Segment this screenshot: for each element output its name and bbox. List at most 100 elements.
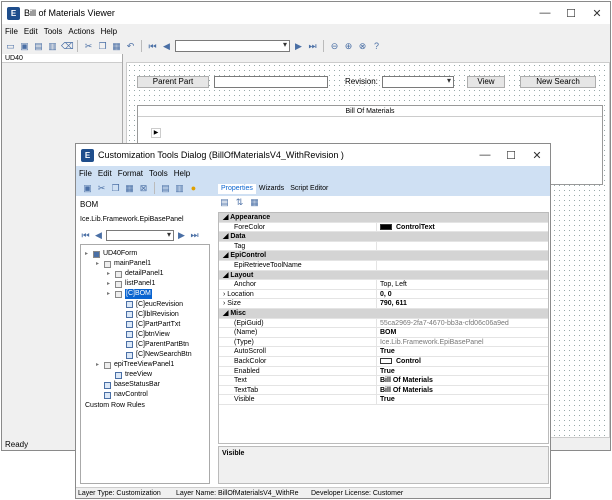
main-menu-edit[interactable]: Edit — [21, 27, 41, 36]
previous-record-icon[interactable]: ◀ — [161, 41, 172, 52]
preview-icon[interactable]: ▥ — [174, 183, 185, 194]
property-category[interactable]: ◢ Layout — [219, 270, 548, 281]
first-record-icon[interactable]: ⏮ — [147, 41, 158, 52]
property-row[interactable]: › Location 0, 0 — [219, 289, 548, 300]
sort-alpha-icon[interactable]: ⇅ — [234, 197, 245, 208]
parent-part-button[interactable]: Parent Part — [137, 76, 209, 88]
save-icon[interactable]: ▣ — [82, 183, 93, 194]
property-value[interactable]: Bill Of Materials — [376, 385, 548, 395]
undo-icon[interactable]: ↶ — [125, 41, 136, 52]
new-search-button[interactable]: New Search — [520, 76, 596, 88]
property-row[interactable]: EpiRetrieveToolName — [219, 261, 548, 271]
record-combo[interactable] — [175, 40, 290, 52]
cut-icon[interactable]: ✂ — [83, 41, 94, 52]
last-record-icon[interactable]: ⏭ — [307, 41, 318, 52]
property-row[interactable]: ForeColor ControlText — [219, 222, 548, 233]
tree-node[interactable]: [C]NewSearchBtn — [118, 350, 192, 360]
tree-node[interactable]: [C]lblRevision — [118, 310, 179, 320]
new-icon[interactable]: ▭ — [5, 41, 16, 52]
tree-node[interactable]: baseStatusBar — [96, 380, 160, 390]
paste-icon[interactable]: ▦ — [124, 183, 135, 194]
tab-script-editor[interactable]: Script Editor — [287, 184, 331, 194]
save-icon[interactable]: ▣ — [19, 41, 30, 52]
tree-node[interactable]: ▸ listPanel1 — [107, 279, 155, 289]
refresh-icon[interactable]: ⊗ — [357, 41, 368, 52]
control-combo[interactable] — [106, 230, 174, 241]
categorized-icon[interactable]: ▤ — [219, 197, 230, 208]
tab-properties[interactable]: Properties — [218, 184, 256, 194]
tree-node[interactable]: ▸ [C]BOM — [107, 289, 152, 300]
property-value[interactable]: Control — [376, 357, 548, 366]
delete-icon[interactable]: ⊠ — [138, 183, 149, 194]
view-button[interactable]: View — [467, 76, 505, 88]
property-row[interactable]: › Size 790, 611 — [219, 299, 548, 309]
minimize-icon[interactable]: — — [532, 7, 558, 19]
close-icon[interactable]: ✕ — [584, 7, 610, 20]
property-row[interactable]: TextTab Bill Of Materials — [219, 385, 548, 396]
property-value[interactable]: 55ca2969-2fa7-4670-bb3a-cfd06c06a9ed — [376, 318, 548, 328]
property-grid[interactable]: ◢ Appearance ForeColor ControlText ◢ Data Ta… — [218, 212, 549, 444]
property-row[interactable]: Anchor Top, Left — [219, 280, 548, 290]
tree-expander-icon[interactable]: ▸ — [85, 249, 93, 259]
back-icon[interactable]: ⊖ — [329, 41, 340, 52]
print-icon[interactable]: ▤ — [33, 41, 44, 52]
dialog-menu-help[interactable]: Help — [171, 169, 193, 178]
tab-wizards[interactable]: Wizards — [256, 184, 287, 194]
tree-node[interactable]: navControl — [96, 390, 148, 400]
tree-node[interactable]: ▸ mainPanel1 — [96, 259, 151, 269]
dialog-menu-edit[interactable]: Edit — [95, 169, 115, 178]
property-row[interactable]: AutoScroll True — [219, 347, 548, 357]
revision-combo[interactable] — [382, 76, 454, 88]
main-menu-file[interactable]: File — [2, 27, 21, 36]
tree-node[interactable]: [C]eucRevision — [118, 300, 183, 310]
property-value[interactable]: Bill Of Materials — [376, 376, 548, 385]
property-row[interactable]: Enabled True — [219, 366, 548, 377]
control-tree[interactable]: ▸ UD40Form ▸ mainPanel1 ▸ detailPanel1 ▸ listPa… — [80, 244, 210, 484]
property-row[interactable]: Text Bill Of Materials — [219, 376, 548, 386]
tree-expander-icon[interactable]: ▸ — [107, 289, 115, 299]
property-value[interactable] — [376, 261, 548, 270]
property-value[interactable]: Top, Left — [376, 280, 548, 289]
property-row[interactable]: Tag — [219, 241, 548, 252]
tree-node[interactable]: [C]btnView — [118, 330, 170, 340]
property-value[interactable] — [376, 241, 548, 251]
copy-icon[interactable]: ❐ — [97, 41, 108, 52]
dialog-menu-file[interactable]: File — [76, 169, 95, 178]
forward-icon[interactable]: ⊕ — [343, 41, 354, 52]
property-category[interactable]: ◢ EpiControl — [219, 251, 548, 261]
property-pages-icon[interactable]: ▦ — [249, 197, 260, 208]
preview-icon[interactable]: ▥ — [47, 41, 58, 52]
tree-expander-icon[interactable]: ▸ — [107, 269, 115, 279]
print-icon[interactable]: ▤ — [160, 183, 171, 194]
paste-icon[interactable]: ▦ — [111, 41, 122, 52]
previous-record-icon[interactable]: ◀ — [93, 230, 104, 241]
property-row[interactable]: (Name) BOM — [219, 328, 548, 338]
property-category[interactable]: ◢ Appearance — [219, 213, 548, 223]
delete-icon[interactable]: ⌫ — [61, 41, 74, 52]
tree-node[interactable]: ▸ detailPanel1 — [107, 269, 164, 279]
expand-icon[interactable]: ▶ — [151, 128, 161, 138]
help-icon[interactable]: ● — [188, 183, 199, 194]
property-value[interactable]: 790, 611 — [376, 299, 548, 308]
tree-node[interactable]: Custom Row Rules — [85, 401, 145, 411]
help-icon[interactable]: ? — [371, 41, 382, 52]
property-value[interactable]: Ice.Lib.Framework.EpiBasePanel — [376, 337, 548, 347]
main-menu-actions[interactable]: Actions — [65, 27, 97, 36]
maximize-icon[interactable]: ☐ — [498, 149, 524, 162]
dialog-menu-format[interactable]: Format — [115, 169, 146, 178]
next-record-icon[interactable]: ▶ — [176, 230, 187, 241]
tree-node[interactable]: [C]PartPartTxt — [118, 320, 180, 330]
property-value[interactable]: 0, 0 — [376, 289, 548, 299]
property-row[interactable]: Visible True — [219, 395, 548, 405]
tree-node[interactable]: ▸ UD40Form — [85, 249, 137, 259]
maximize-icon[interactable]: ☐ — [558, 7, 584, 20]
close-icon[interactable]: ✕ — [524, 149, 550, 162]
next-record-icon[interactable]: ▶ — [293, 41, 304, 52]
tree-expander-icon[interactable]: ▸ — [107, 279, 115, 289]
property-value[interactable]: True — [376, 347, 548, 356]
tree-node[interactable]: [C]ParentPartBtn — [118, 340, 189, 350]
property-value[interactable]: BOM — [376, 328, 548, 337]
copy-icon[interactable]: ❐ — [110, 183, 121, 194]
minimize-icon[interactable]: — — [472, 149, 498, 161]
property-value[interactable]: True — [376, 395, 548, 404]
